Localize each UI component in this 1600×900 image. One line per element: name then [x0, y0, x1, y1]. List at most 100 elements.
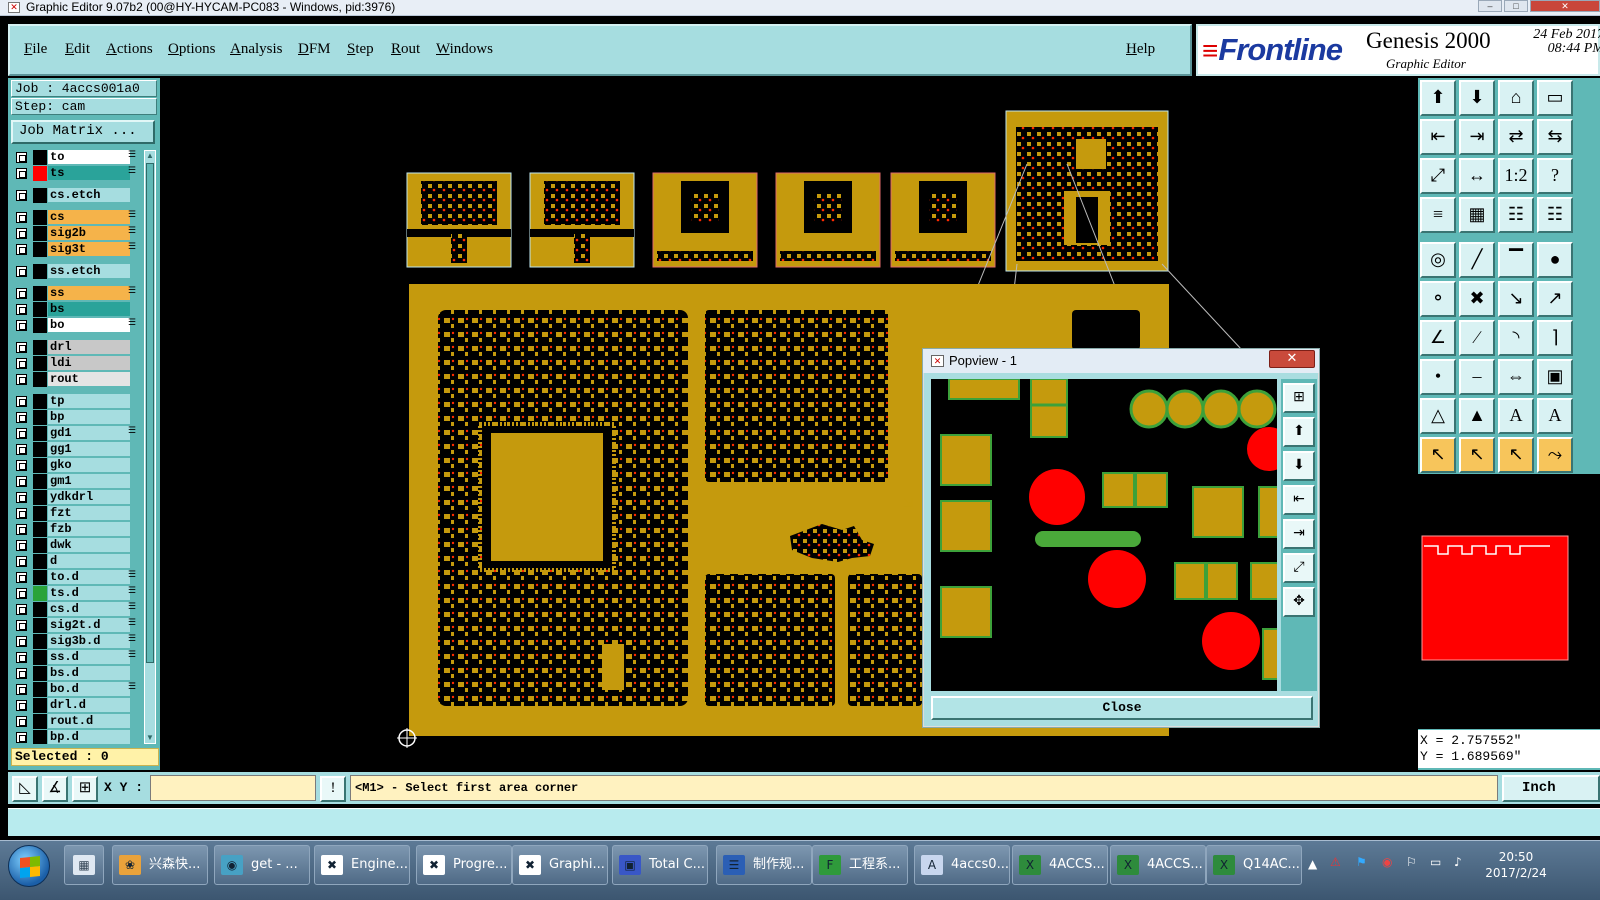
- tool-3-3-icon[interactable]: ☷: [1537, 197, 1573, 233]
- tool-4-2-icon[interactable]: ▔: [1498, 242, 1534, 278]
- tool-9-1-icon[interactable]: ↖: [1459, 437, 1495, 473]
- taskbar-pinned-app[interactable]: ▦: [64, 845, 104, 885]
- layer-row-fzb[interactable]: fzb: [11, 522, 140, 537]
- layer-row-drl[interactable]: drl: [11, 340, 140, 355]
- layer-color-swatch[interactable]: [33, 554, 47, 569]
- layer-color-swatch[interactable]: [33, 210, 47, 225]
- layer-name[interactable]: drl.d: [48, 698, 130, 712]
- layer-checkbox[interactable]: [16, 228, 27, 239]
- tool-8-0-icon[interactable]: △: [1420, 398, 1456, 434]
- layer-color-swatch[interactable]: [33, 650, 47, 665]
- layer-checkbox[interactable]: [16, 684, 27, 695]
- layer-color-swatch[interactable]: [33, 286, 47, 301]
- layer-color-swatch[interactable]: [33, 302, 47, 317]
- scroll-up-icon[interactable]: ▲: [145, 151, 155, 161]
- layer-checkbox[interactable]: [16, 374, 27, 385]
- layer-row-ts-d[interactable]: ts.d ☰: [11, 586, 140, 601]
- layer-row-bs[interactable]: bs: [11, 302, 140, 317]
- close-window-button[interactable]: ✕: [1530, 0, 1600, 12]
- layer-row-sig2t-d[interactable]: sig2t.d ☰: [11, 618, 140, 633]
- taskbar-task[interactable]: ✖ Progre...: [416, 845, 512, 885]
- layer-row-bo[interactable]: bo ☰: [11, 318, 140, 333]
- menu-edit[interactable]: Edit: [65, 41, 90, 58]
- maximize-button[interactable]: □: [1504, 0, 1528, 12]
- layer-checkbox[interactable]: [16, 556, 27, 567]
- taskbar-task[interactable]: ❀ 兴森快...: [112, 845, 208, 885]
- layer-color-swatch[interactable]: [33, 188, 47, 203]
- popview-close-icon[interactable]: ✕: [1269, 350, 1315, 368]
- layer-color-swatch[interactable]: [33, 506, 47, 521]
- menu-actions[interactable]: Actions: [106, 41, 153, 58]
- popview-canvas[interactable]: [931, 379, 1277, 691]
- layer-checkbox[interactable]: [16, 524, 27, 535]
- layer-color-swatch[interactable]: [33, 682, 47, 697]
- layer-name[interactable]: sig3t: [48, 242, 130, 256]
- popview-pan-left-icon[interactable]: ⇤: [1283, 485, 1315, 515]
- layer-checkbox[interactable]: [16, 428, 27, 439]
- layer-name[interactable]: ts.d: [48, 586, 130, 600]
- tool-4-0-icon[interactable]: ◎: [1420, 242, 1456, 278]
- layer-checkbox[interactable]: [16, 668, 27, 679]
- taskbar-task[interactable]: ✖ Graphi...: [512, 845, 608, 885]
- tray-network-icon[interactable]: ⚑: [1356, 855, 1367, 869]
- layer-name[interactable]: dwk: [48, 538, 130, 552]
- layer-name[interactable]: rout.d: [48, 714, 130, 728]
- layer-checkbox[interactable]: [16, 212, 27, 223]
- tool-3-2-icon[interactable]: ☷: [1498, 197, 1534, 233]
- layer-name[interactable]: drl: [48, 340, 130, 354]
- layer-row-ss-d[interactable]: ss.d ☰: [11, 650, 140, 665]
- layer-name[interactable]: bp: [48, 410, 130, 424]
- tool-7-3-icon[interactable]: ▣: [1537, 359, 1573, 395]
- layer-checkbox[interactable]: [16, 572, 27, 583]
- layer-checkbox[interactable]: [16, 304, 27, 315]
- menu-file[interactable]: File: [24, 41, 47, 58]
- layer-row-dwk[interactable]: dwk: [11, 538, 140, 553]
- layer-checkbox[interactable]: [16, 604, 27, 615]
- taskbar-task[interactable]: ▣ Total C...: [612, 845, 708, 885]
- layer-checkbox[interactable]: [16, 152, 27, 163]
- popview-pan-up-icon[interactable]: ⬆: [1283, 417, 1315, 447]
- layer-row-cs-etch[interactable]: cs.etch: [11, 188, 140, 203]
- taskbar-task[interactable]: X Q14AC...: [1206, 845, 1302, 885]
- layer-color-swatch[interactable]: [33, 410, 47, 425]
- taskbar-task[interactable]: ✖ Engine...: [314, 845, 410, 885]
- layer-name[interactable]: tp: [48, 394, 130, 408]
- tray-monitor-icon[interactable]: ▭: [1430, 855, 1441, 869]
- start-button[interactable]: [8, 845, 50, 887]
- layer-name[interactable]: to: [48, 150, 130, 164]
- layer-checkbox[interactable]: [16, 636, 27, 647]
- layer-checkbox[interactable]: [16, 700, 27, 711]
- tool-4-3-icon[interactable]: ●: [1537, 242, 1573, 278]
- tool-1-0-icon[interactable]: ⇤: [1420, 119, 1456, 155]
- tool-2-2-icon[interactable]: 1:2: [1498, 158, 1534, 194]
- grid-tool-icon[interactable]: ⊞: [72, 776, 98, 802]
- tool-9-2-icon[interactable]: ↖: [1498, 437, 1534, 473]
- layer-name[interactable]: ldi: [48, 356, 130, 370]
- tool-0-1-icon[interactable]: ⬇: [1459, 80, 1495, 116]
- layer-row-rout-d[interactable]: rout.d: [11, 714, 140, 729]
- tool-8-2-icon[interactable]: A: [1498, 398, 1534, 434]
- layer-color-swatch[interactable]: [33, 586, 47, 601]
- overview-map[interactable]: [1418, 474, 1600, 729]
- layer-color-swatch[interactable]: [33, 340, 47, 355]
- layer-name[interactable]: bo.d: [48, 682, 130, 696]
- layer-name[interactable]: sig2t.d: [48, 618, 130, 632]
- layer-checkbox[interactable]: [16, 396, 27, 407]
- tool-5-0-icon[interactable]: ⚬: [1420, 281, 1456, 317]
- layer-name[interactable]: ss.etch: [48, 264, 130, 278]
- unit-selector[interactable]: Inch: [1502, 775, 1600, 802]
- layer-row-gko[interactable]: gko: [11, 458, 140, 473]
- popview-close-button[interactable]: Close: [931, 696, 1313, 720]
- layer-row-ldi[interactable]: ldi: [11, 356, 140, 371]
- layer-color-swatch[interactable]: [33, 394, 47, 409]
- layer-row-cs[interactable]: cs ☰: [11, 210, 140, 225]
- tool-0-0-icon[interactable]: ⬆: [1420, 80, 1456, 116]
- layer-checkbox[interactable]: [16, 460, 27, 471]
- layer-name[interactable]: cs.d: [48, 602, 130, 616]
- layer-row-gd1[interactable]: gd1 ☰: [11, 426, 140, 441]
- layer-color-swatch[interactable]: [33, 698, 47, 713]
- layer-name[interactable]: to.d: [48, 570, 130, 584]
- popview-zoom-icon[interactable]: ⊞: [1283, 383, 1315, 413]
- layer-name[interactable]: rout: [48, 372, 130, 386]
- layer-checkbox[interactable]: [16, 342, 27, 353]
